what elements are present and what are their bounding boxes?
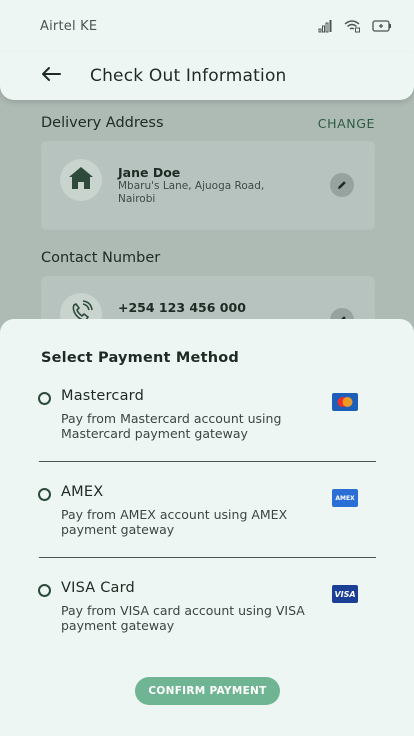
delivery-section-title: Delivery Address — [41, 115, 164, 131]
wifi-icon — [344, 19, 360, 33]
payment-option-description: Pay from VISA card account using VISA pa… — [61, 603, 305, 633]
payment-option-name: AMEX — [61, 484, 104, 500]
battery-icon — [372, 20, 392, 32]
payment-option-mastercard[interactable]: Mastercard Pay from Mastercard account u… — [38, 388, 376, 484]
page-title: Check Out Information — [90, 66, 287, 86]
home-icon — [68, 166, 94, 194]
payment-sheet-title: Select Payment Method — [41, 350, 239, 366]
amex-logo-icon: AMEX — [332, 489, 358, 507]
recipient-name: Jane Doe — [118, 165, 181, 180]
delivery-section-header: Delivery Address CHANGE — [41, 115, 375, 131]
mastercard-logo-icon — [332, 393, 358, 411]
amex-radio[interactable] — [38, 488, 51, 501]
address-line-1: Mbaru's Lane, Ajuoga Road, — [118, 180, 265, 192]
payment-option-description: Pay from Mastercard account using Master… — [61, 411, 282, 441]
delivery-address-text: Mbaru's Lane, Ajuoga Road, Nairobi — [118, 180, 278, 206]
app-header: Check Out Information — [0, 52, 414, 100]
contact-section-title: Contact Number — [41, 250, 161, 266]
visa-logo-icon: VISA — [332, 585, 358, 603]
edit-address-button[interactable] — [330, 173, 354, 197]
pencil-icon — [336, 176, 348, 195]
payment-option-name: VISA Card — [61, 580, 135, 596]
arrow-left-icon — [41, 66, 61, 86]
home-icon-container — [60, 159, 102, 201]
payment-option-visa[interactable]: VISA Card Pay from VISA card account usi… — [38, 580, 376, 676]
divider — [39, 557, 376, 558]
phone-number: +254 123 456 000 — [118, 300, 246, 315]
divider — [39, 461, 376, 462]
payment-option-description: Pay from AMEX account using AMEX payment… — [61, 507, 288, 537]
payment-method-sheet: Select Payment Method Mastercard Pay fro… — [0, 319, 414, 736]
contact-section-header: Contact Number — [41, 250, 375, 266]
address-line-2: Nairobi — [118, 193, 156, 205]
mastercard-radio[interactable] — [38, 392, 51, 405]
status-bar: Airtel KE — [0, 0, 414, 52]
status-icons — [318, 19, 392, 33]
payment-option-name: Mastercard — [61, 388, 144, 404]
carrier-name: Airtel KE — [40, 18, 98, 34]
back-button[interactable] — [40, 65, 62, 87]
change-address-link[interactable]: CHANGE — [318, 116, 375, 131]
delivery-address-card[interactable]: Jane Doe Mbaru's Lane, Ajuoga Road, Nair… — [41, 141, 375, 230]
confirm-payment-button[interactable]: CONFIRM PAYMENT — [135, 677, 280, 705]
visa-radio[interactable] — [38, 584, 51, 597]
payment-option-amex[interactable]: AMEX Pay from AMEX account using AMEX pa… — [38, 484, 376, 580]
signal-icon — [318, 19, 332, 33]
